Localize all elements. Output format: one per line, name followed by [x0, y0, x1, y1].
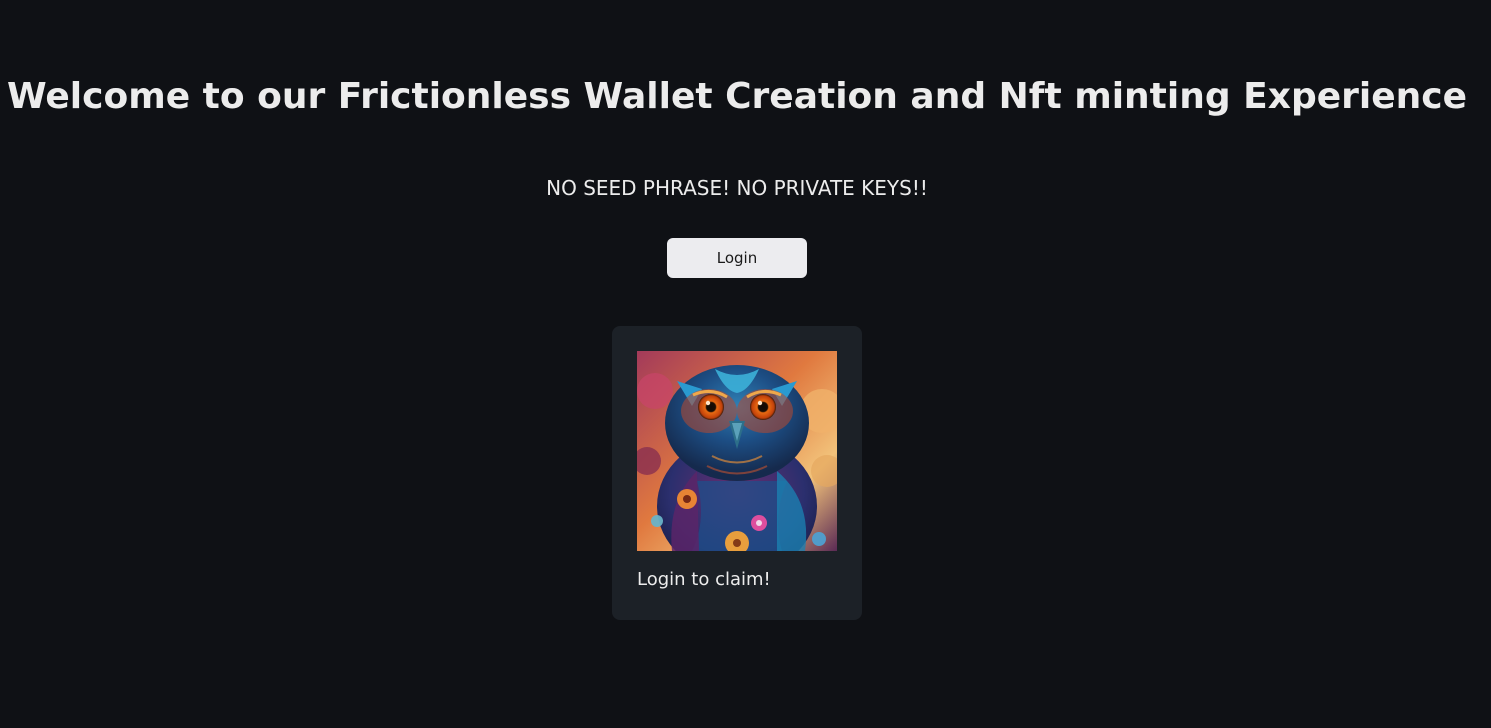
- claim-caption: Login to claim!: [637, 569, 771, 590]
- page: Welcome to our Frictionless Wallet Creat…: [0, 0, 1491, 728]
- nft-card: Login to claim!: [612, 326, 862, 620]
- page-title: Welcome to our Frictionless Wallet Creat…: [6, 76, 1468, 117]
- login-button[interactable]: Login: [667, 238, 807, 278]
- nft-owl-image: [637, 351, 837, 551]
- tagline: NO SEED PHRASE! NO PRIVATE KEYS!!: [546, 176, 928, 200]
